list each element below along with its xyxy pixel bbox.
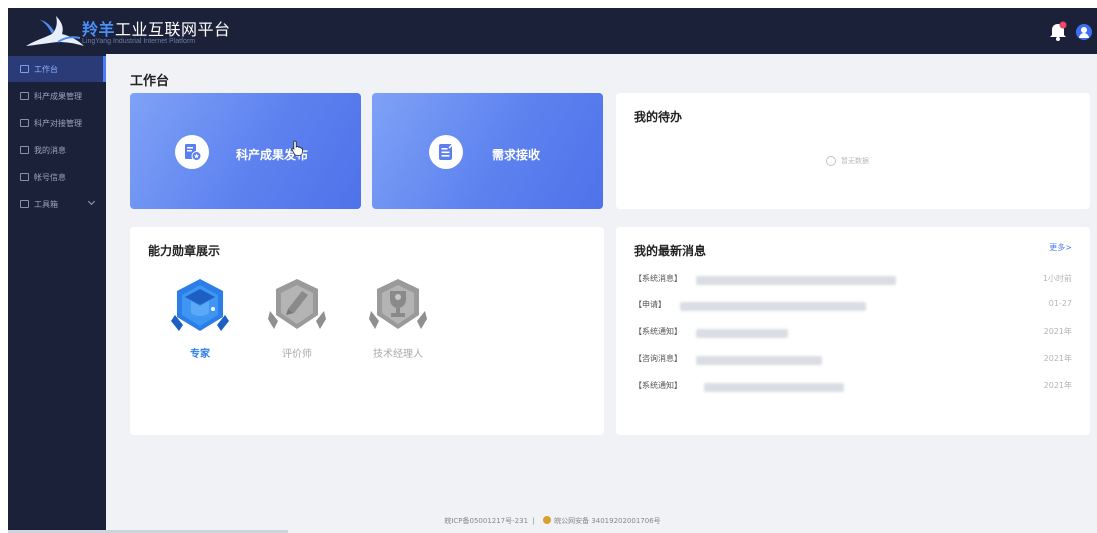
- message-category: 【系统通知】: [634, 381, 682, 390]
- footer-separator: |: [532, 517, 535, 525]
- message-preview-blurred: [696, 276, 896, 285]
- police-badge-icon: [543, 516, 552, 524]
- message-category: 【咨询消息】: [634, 354, 682, 363]
- badges-title: 能力勋章展示: [148, 244, 221, 258]
- sidebar-item-label: 科产成果管理: [34, 91, 82, 101]
- top-header: 羚羊工业互联网平台 LingYang Industrial Internet P…: [8, 8, 1097, 54]
- badge-label: 技术经理人: [373, 349, 423, 360]
- chevron-down-icon: [87, 197, 96, 206]
- todo-card: 我的待办 暂无数据: [616, 93, 1090, 209]
- message-time: 2021年: [1043, 327, 1072, 336]
- message-preview-blurred: [696, 356, 822, 365]
- sidebar-item-label: 工作台: [34, 64, 58, 74]
- sidebar-item-achievements[interactable]: 科产成果管理: [8, 83, 106, 109]
- sad-face-icon: [826, 156, 836, 166]
- message-category: 【系统消息】: [634, 274, 682, 283]
- sidebar-item-docking[interactable]: 科产对接管理: [8, 110, 106, 136]
- notification-bell-icon[interactable]: [1049, 21, 1067, 41]
- badge-label: 专家: [190, 349, 210, 360]
- more-messages-link[interactable]: 更多>: [1049, 242, 1072, 253]
- evaluator-badge-icon: [268, 279, 326, 329]
- sidebar: 工作台 科产成果管理 科产对接管理 我的消息 帐号信息 工具箱: [8, 54, 106, 533]
- sidebar-item-label: 工具箱: [34, 199, 58, 209]
- message-row[interactable]: 【系统消息】 1小时前: [634, 273, 1072, 287]
- edit-note-icon: [429, 135, 463, 169]
- sidebar-item-label: 我的消息: [34, 145, 66, 155]
- message-row[interactable]: 【系统通知】 2021年: [634, 380, 1072, 394]
- id-card-icon: [20, 173, 29, 181]
- badge-expert[interactable]: 专家: [160, 275, 240, 360]
- message-time: 2021年: [1043, 381, 1072, 390]
- message-preview-blurred: [704, 383, 844, 392]
- message-row[interactable]: 【系统通知】 2021年: [634, 326, 1072, 340]
- empty-text: 暂无数据: [841, 157, 869, 165]
- badge-tech-manager[interactable]: 技术经理人: [358, 275, 438, 360]
- publish-achievement-card[interactable]: 科产成果发布: [130, 93, 361, 209]
- message-time: 2021年: [1043, 354, 1072, 363]
- message-category: 【系统通知】: [634, 327, 682, 336]
- user-avatar[interactable]: [1076, 24, 1092, 40]
- folder-icon: [20, 92, 29, 100]
- message-icon: [20, 146, 29, 154]
- message-category: 【申请】: [634, 300, 666, 309]
- messages-card: 我的最新消息 更多> 【系统消息】 1小时前 【申请】 01-27 【系统通知】…: [616, 227, 1090, 435]
- page-title: 工作台: [130, 74, 170, 89]
- hand-cursor-icon: [291, 140, 303, 156]
- badges-card: 能力勋章展示 专家 评价师 技术经理人: [130, 227, 604, 435]
- message-time: 01-27: [1048, 299, 1072, 308]
- sidebar-item-toolbox[interactable]: 工具箱: [8, 191, 106, 217]
- sidebar-item-label: 帐号信息: [34, 172, 66, 182]
- todo-empty-state: 暂无数据: [826, 156, 869, 166]
- message-row[interactable]: 【申请】 01-27: [634, 299, 1072, 313]
- sidebar-item-workbench[interactable]: 工作台: [8, 56, 106, 82]
- badge-evaluator[interactable]: 评价师: [257, 275, 337, 360]
- sidebar-item-label: 科产对接管理: [34, 118, 82, 128]
- folder-star-icon: [175, 135, 209, 169]
- message-row[interactable]: 【咨询消息】 2021年: [634, 353, 1072, 367]
- brand-title: 羚羊工业互联网平台: [82, 20, 231, 39]
- badge-label: 评价师: [282, 349, 312, 360]
- icp-record-link[interactable]: 皖ICP备05001217号-231: [444, 517, 528, 525]
- antelope-logo-icon: [26, 16, 84, 46]
- sidebar-item-account[interactable]: 帐号信息: [8, 164, 106, 190]
- demand-receive-label: 需求接收: [492, 148, 541, 162]
- police-record-link[interactable]: 皖公网安备 34019202001706号: [554, 517, 661, 525]
- tech-manager-badge-icon: [369, 279, 427, 329]
- message-preview-blurred: [696, 329, 788, 338]
- toolbox-icon: [20, 200, 29, 208]
- todo-title: 我的待办: [634, 110, 683, 124]
- message-time: 1小时前: [1042, 274, 1072, 283]
- demand-receive-card[interactable]: 需求接收: [372, 93, 603, 209]
- sidebar-item-messages[interactable]: 我的消息: [8, 137, 106, 163]
- messages-title: 我的最新消息: [634, 244, 707, 258]
- footer: 皖ICP备05001217号-231 | 皖公网安备 3401920200170…: [8, 516, 1097, 526]
- expert-badge-icon: [171, 279, 229, 331]
- app-frame: 羚羊工业互联网平台 LingYang Industrial Internet P…: [8, 8, 1097, 533]
- message-preview-blurred: [680, 302, 866, 311]
- brand-subtitle: LingYang Industrial Internet Platform: [82, 38, 196, 45]
- document-icon: [20, 119, 29, 127]
- monitor-icon: [20, 65, 29, 73]
